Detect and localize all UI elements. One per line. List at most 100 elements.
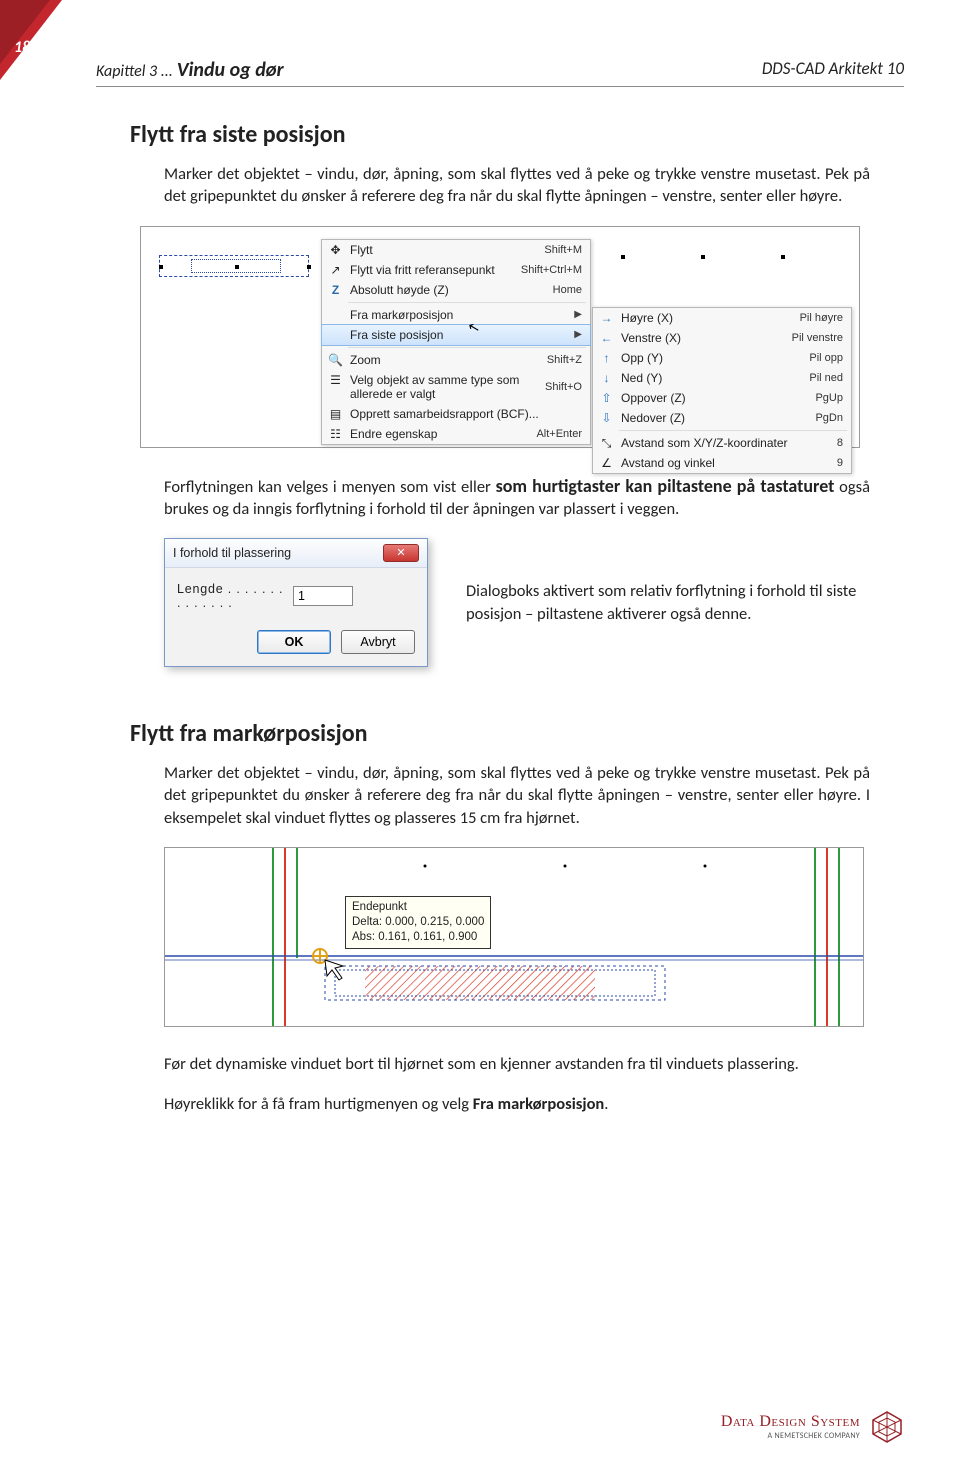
section1-p2: Forflytningen kan velges i menyen som vi…: [164, 474, 870, 521]
menu-shortcut: Shift+Z: [547, 354, 582, 366]
arrow-left-icon: ←: [599, 331, 614, 346]
submenu-item-xyz[interactable]: ⤡ Avstand som X/Y/Z-koordinater 8: [593, 433, 851, 453]
snap-tooltip: Endepunkt Delta: 0.000, 0.215, 0.000 Abs…: [345, 896, 491, 949]
zoom-icon: 🔍: [328, 353, 343, 368]
menu-shortcut: Pil venstre: [792, 332, 843, 344]
submenu-item-vinkel[interactable]: ∠ Avstand og vinkel 9: [593, 453, 851, 473]
menu-label: Endre egenskap: [350, 427, 536, 441]
section1-p1: Marker det objektet – vindu, dør, åpning…: [164, 163, 870, 208]
footer: Data Design System A NEMETSCHEK COMPANY: [721, 1410, 904, 1444]
chapter-title: Vindu og dør: [177, 58, 284, 82]
menu-label: Venstre (X): [621, 331, 792, 345]
menu-item-fra-siste[interactable]: Fra siste posisjon ▶: [321, 324, 591, 346]
menu-item-fra-markor[interactable]: Fra markørposisjon ▶: [322, 305, 590, 325]
menu-item-flytt-ref[interactable]: ↗ Flytt via fritt referansepunkt Shift+C…: [322, 260, 590, 280]
submenu-item-opp[interactable]: ↑ Opp (Y) Pil opp: [593, 348, 851, 368]
menu-label: Opprett samarbeidsrapport (BCF)...: [350, 407, 582, 421]
menu-item-bcf[interactable]: ▤ Opprett samarbeidsrapport (BCF)...: [322, 404, 590, 424]
dialog-i-forhold: I forhold til plassering ✕ Lengde . . . …: [164, 538, 428, 667]
ok-button[interactable]: OK: [257, 630, 331, 654]
menu-label: Avstand og vinkel: [621, 456, 837, 470]
text-run-bold: Fra markørposisjon: [473, 1094, 605, 1114]
screenshot-drawing: Endepunkt Delta: 0.000, 0.215, 0.000 Abs…: [164, 847, 864, 1027]
menu-item-absolutt-z[interactable]: Z Absolutt høyde (Z) Home: [322, 280, 590, 300]
tooltip-line: Endepunkt: [352, 900, 484, 915]
z-icon: Z: [328, 283, 343, 298]
bcf-icon: ▤: [328, 407, 343, 422]
text-run: Forflytningen kan velges i menyen som vi…: [164, 477, 496, 497]
close-button[interactable]: ✕: [383, 544, 419, 562]
menu-label: Absolutt høyde (Z): [350, 283, 553, 297]
menu-label: Opp (Y): [621, 351, 809, 365]
section2-p1: Marker det objektet – vindu, dør, åpning…: [164, 762, 870, 829]
angle-icon: ∠: [599, 456, 614, 471]
menu-shortcut: PgDn: [815, 412, 843, 424]
chapter-label: Kapittel 3 ...: [96, 62, 173, 81]
menu-label: Avstand som X/Y/Z-koordinater: [621, 436, 837, 450]
submenu-item-ned[interactable]: ↓ Ned (Y) Pil ned: [593, 368, 851, 388]
move-ref-icon: ↗: [328, 263, 343, 278]
menu-label: Nedover (Z): [621, 411, 815, 425]
z-up-icon: ⇧: [599, 391, 614, 406]
menu-label: Flytt: [350, 243, 544, 257]
menu-separator: [348, 347, 586, 348]
section2-p3: Høyreklikk for å få fram hurtigmenyen og…: [164, 1093, 870, 1115]
menu-shortcut: 8: [837, 437, 843, 449]
menu-shortcut: Alt+Enter: [536, 428, 582, 440]
menu-label: Fra siste posisjon: [350, 328, 568, 342]
tooltip-line: Abs: 0.161, 0.161, 0.900: [352, 930, 484, 945]
arrow-right-icon: →: [599, 311, 614, 326]
menu-shortcut: PgUp: [815, 392, 843, 404]
cancel-button[interactable]: Avbryt: [341, 630, 415, 654]
menu-shortcut: 9: [837, 457, 843, 469]
menu-label: Velg objekt av samme type som allerede e…: [350, 373, 545, 401]
menu-shortcut: Pil opp: [809, 352, 843, 364]
context-submenu[interactable]: → Høyre (X) Pil høyre ← Venstre (X) Pil …: [592, 307, 852, 474]
text-run: Høyreklikk for å få fram hurtigmenyen og…: [164, 1094, 473, 1114]
text-run: .: [604, 1094, 608, 1114]
move-icon: ✥: [328, 243, 343, 258]
product-name: DDS-CAD Arkitekt 10: [762, 58, 904, 82]
section1-title: Flytt fra siste posisjon: [130, 120, 870, 149]
chevron-right-icon: ▶: [574, 329, 582, 340]
menu-shortcut: Shift+M: [544, 244, 582, 256]
section2-title: Flytt fra markørposisjon: [130, 719, 870, 748]
submenu-item-oppover[interactable]: ⇧ Oppover (Z) PgUp: [593, 388, 851, 408]
length-label: Lengde . . . . . . . . . . . . . .: [177, 582, 287, 610]
menu-shortcut: Shift+O: [545, 381, 582, 393]
xyz-icon: ⤡: [599, 436, 614, 451]
select-icon: ☰: [328, 373, 343, 388]
menu-shortcut: Shift+Ctrl+M: [521, 264, 582, 276]
arrow-up-icon: ↑: [599, 351, 614, 366]
menu-item-flytt[interactable]: ✥ Flytt Shift+M: [322, 240, 590, 260]
menu-item-egenskap[interactable]: ☷ Endre egenskap Alt+Enter: [322, 424, 590, 444]
menu-shortcut: Home: [553, 284, 582, 296]
menu-label: Fra markørposisjon: [350, 308, 568, 322]
context-menu[interactable]: ✥ Flytt Shift+M ↗ Flytt via fritt refera…: [321, 239, 591, 445]
tooltip-line: Delta: 0.000, 0.215, 0.000: [352, 915, 484, 930]
menu-separator: [619, 430, 847, 431]
text-run-bold: som hurtigtaster kan piltastene på tasta…: [496, 475, 835, 497]
menu-item-velg-objekt[interactable]: ☰ Velg objekt av samme type som allerede…: [322, 370, 590, 404]
dialog-title: I forhold til plassering: [173, 546, 291, 560]
properties-icon: ☷: [328, 427, 343, 442]
menu-item-zoom[interactable]: 🔍 Zoom Shift+Z: [322, 350, 590, 370]
submenu-item-hoyre[interactable]: → Høyre (X) Pil høyre: [593, 308, 851, 328]
page-number: 18: [14, 38, 30, 57]
dialog-explain: Dialogboks aktivert som relativ forflytn…: [466, 580, 870, 625]
menu-shortcut: Pil ned: [809, 372, 843, 384]
menu-shortcut: Pil høyre: [800, 312, 843, 324]
brand-sub: A NEMETSCHEK COMPANY: [721, 1431, 860, 1441]
length-input[interactable]: [293, 586, 353, 606]
brand-name: Data Design System: [721, 1413, 860, 1431]
arrow-down-icon: ↓: [599, 371, 614, 386]
submenu-item-nedover[interactable]: ⇩ Nedover (Z) PgDn: [593, 408, 851, 428]
brand-logo-icon: [870, 1410, 904, 1444]
submenu-item-venstre[interactable]: ← Venstre (X) Pil venstre: [593, 328, 851, 348]
menu-label: Flytt via fritt referansepunkt: [350, 263, 521, 277]
menu-label: Høyre (X): [621, 311, 800, 325]
menu-separator: [348, 302, 586, 303]
section2-p2: Før det dynamiske vinduet bort til hjørn…: [164, 1053, 870, 1075]
menu-label: Zoom: [350, 353, 547, 367]
menu-label: Ned (Y): [621, 371, 809, 385]
